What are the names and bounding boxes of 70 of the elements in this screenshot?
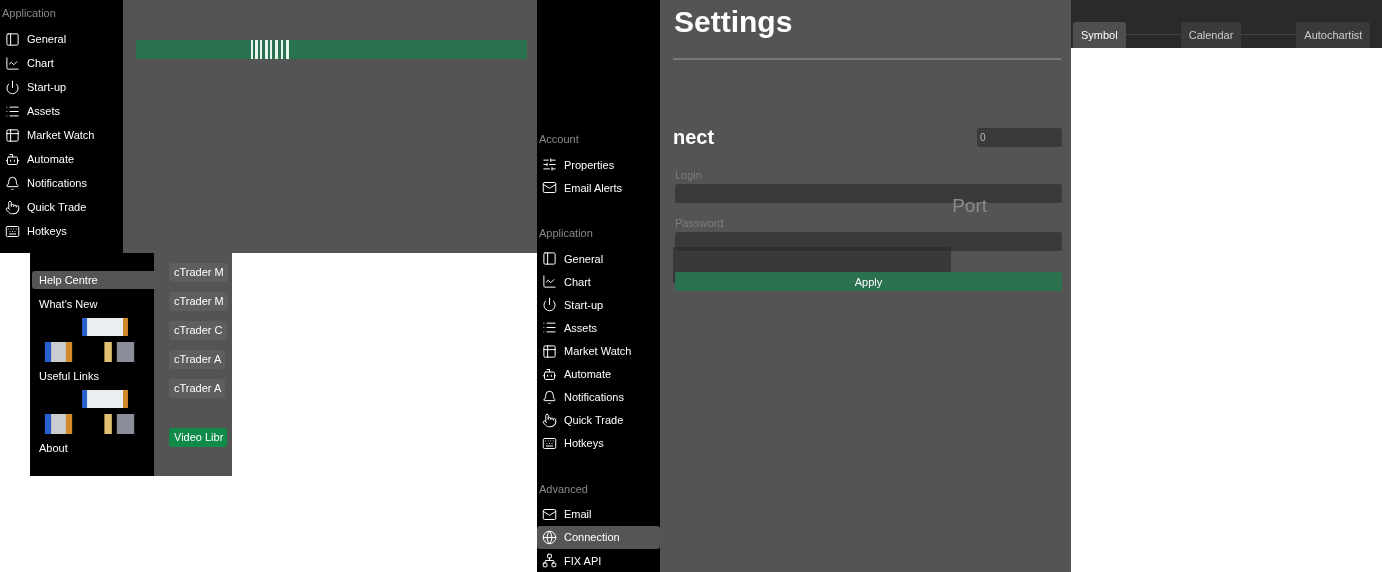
mail-icon xyxy=(542,506,557,522)
sidebar-item[interactable]: Assets xyxy=(537,316,660,340)
chart-icon xyxy=(5,55,20,71)
menu-item[interactable]: About xyxy=(32,439,154,457)
page-title: Settings xyxy=(674,4,794,40)
sidebar-item[interactable]: Email Alerts xyxy=(537,176,660,200)
sidebar-item[interactable]: Hotkeys xyxy=(0,219,123,243)
panel-icon xyxy=(5,31,20,47)
sidebar-item[interactable]: General xyxy=(537,247,660,271)
panel-icon xyxy=(542,251,557,267)
link-button[interactable]: cTrader C xyxy=(169,321,227,340)
section-title: Account xyxy=(538,132,580,147)
table-icon xyxy=(5,127,20,143)
link-button[interactable]: cTrader M xyxy=(169,263,228,282)
sidebar-item[interactable]: Assets xyxy=(0,99,123,123)
power-icon xyxy=(542,297,557,313)
sidebar-item[interactable]: General xyxy=(0,27,123,51)
link-button[interactable]: cTrader A xyxy=(169,350,226,369)
bell-icon xyxy=(542,389,557,405)
bell-icon xyxy=(5,175,20,191)
sidebar-item[interactable]: Quick Trade xyxy=(0,195,123,219)
sidebar-item[interactable]: Hotkeys xyxy=(537,431,660,455)
link-button[interactable]: cTrader M xyxy=(169,292,228,311)
sidebar-item[interactable]: Properties xyxy=(537,153,660,177)
sidebar-item[interactable]: Automate xyxy=(0,147,123,171)
sidebar-item[interactable]: Start-up xyxy=(0,75,123,99)
keyboard-icon xyxy=(542,435,557,451)
tab[interactable]: Symbol xyxy=(1073,22,1126,48)
mail-icon xyxy=(542,180,557,196)
tab[interactable]: Autochartist xyxy=(1296,22,1371,48)
stripe-drawing xyxy=(251,40,289,59)
list-icon xyxy=(5,103,20,119)
list-icon xyxy=(542,320,557,336)
menu-item[interactable]: Help Centre xyxy=(32,271,154,289)
sidebar-item[interactable]: Start-up xyxy=(537,293,660,317)
sidebar-item[interactable]: Notifications xyxy=(0,171,123,195)
sidebar-item[interactable]: Connection xyxy=(537,525,660,549)
keyboard-icon xyxy=(5,223,20,239)
section-title: Advanced xyxy=(538,481,589,497)
sidebar-item[interactable]: Chart xyxy=(537,270,660,294)
section-heading: nect xyxy=(673,126,715,149)
robot-icon xyxy=(5,151,20,167)
section-title: Application xyxy=(1,6,57,21)
section-title: Application xyxy=(538,226,594,242)
pointer-icon xyxy=(5,199,20,215)
globe-icon xyxy=(542,529,557,545)
link-button[interactable]: cTrader A xyxy=(169,379,226,398)
input-field[interactable] xyxy=(675,232,1062,251)
sidebar-item[interactable]: Email xyxy=(537,502,660,526)
sidebar-item[interactable]: Automate xyxy=(537,362,660,386)
menu-item[interactable]: Useful Links xyxy=(32,367,154,385)
robot-icon xyxy=(542,366,557,382)
sidebar-item[interactable]: FIX API xyxy=(537,549,660,572)
sidebar-item[interactable]: Market Watch xyxy=(0,123,123,147)
pointer-icon xyxy=(542,412,557,428)
chart-icon xyxy=(542,274,557,290)
power-icon xyxy=(5,79,20,95)
menu-item[interactable]: What's New xyxy=(32,295,154,313)
port-label: Port xyxy=(952,195,987,217)
sidebar-item[interactable]: Quick Trade xyxy=(537,408,660,432)
port-field[interactable]: 0 xyxy=(977,128,1062,147)
sliders-icon xyxy=(542,157,557,173)
sidebar-item[interactable]: Chart xyxy=(0,51,123,75)
network-icon xyxy=(542,553,557,569)
apply-button[interactable]: Apply xyxy=(675,272,1062,291)
table-icon xyxy=(542,343,557,359)
sidebar-item[interactable]: Notifications xyxy=(537,385,660,409)
video-button[interactable]: Video Libr xyxy=(169,428,228,447)
tab[interactable]: Calendar xyxy=(1180,22,1242,48)
sidebar-item[interactable]: Market Watch xyxy=(537,339,660,363)
